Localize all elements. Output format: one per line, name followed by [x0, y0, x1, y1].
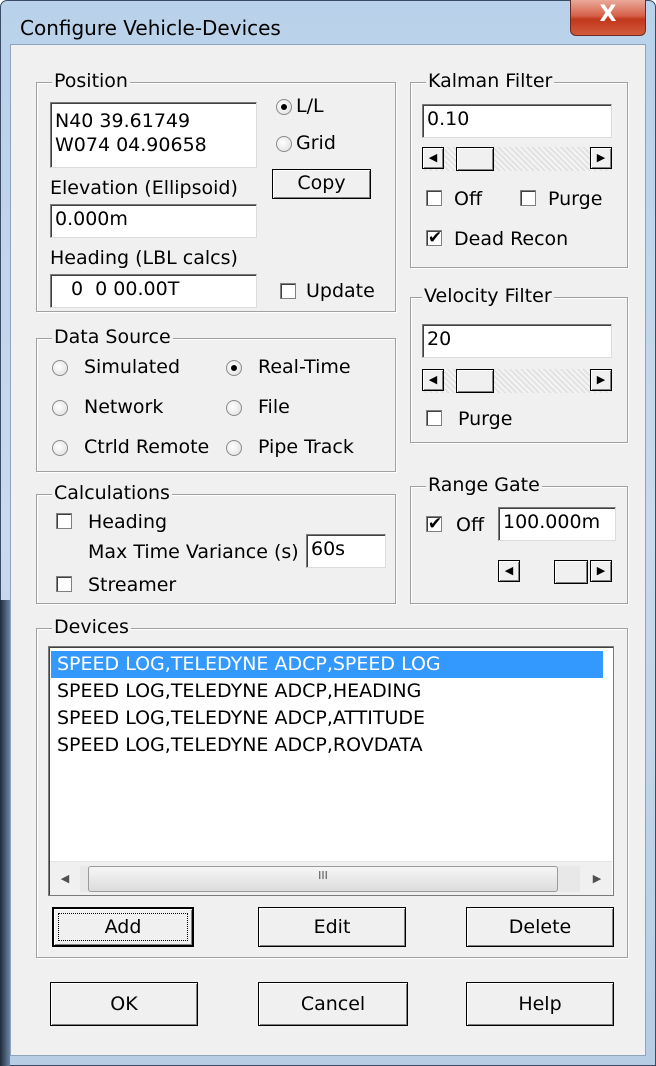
scrollbar-grip-icon: III: [318, 869, 328, 882]
position-coordinates-field[interactable]: N40 39.61749 W074 04.90658: [50, 102, 257, 168]
max-time-variance-label: Max Time Variance (s): [88, 541, 299, 563]
kalman-scroll-left-icon[interactable]: ◀: [422, 147, 444, 169]
range-gate-off-checkbox[interactable]: ✔: [426, 514, 443, 534]
dead-recon-label: Dead Recon: [454, 228, 569, 250]
close-icon: X: [599, 2, 617, 27]
velocity-filter-group-label: Velocity Filter: [422, 285, 554, 307]
checkmark-icon: ✔: [427, 228, 443, 248]
streamer-label: Streamer: [88, 574, 177, 596]
radio-network-label: Network: [84, 396, 164, 418]
close-button[interactable]: X: [570, 0, 646, 36]
radio-ll-label: L/L: [296, 95, 324, 117]
title-bar[interactable]: Configure Vehicle-Devices X: [0, 0, 656, 44]
kalman-slider-thumb[interactable]: [456, 147, 494, 171]
calc-heading-checkbox[interactable]: [56, 513, 72, 529]
latitude-text: N40 39.61749: [55, 110, 191, 132]
radio-pipe-track-label: Pipe Track: [258, 436, 354, 458]
cancel-button[interactable]: Cancel: [258, 982, 408, 1026]
kalman-off-checkbox[interactable]: [426, 190, 442, 206]
elevation-field[interactable]: 0.000m: [50, 204, 257, 238]
device-list-item[interactable]: SPEED LOG,TELEDYNE ADCP,SPEED LOG: [51, 651, 603, 678]
edit-button[interactable]: Edit: [258, 907, 406, 947]
focus-ring: [58, 913, 188, 941]
radio-file[interactable]: [226, 400, 242, 416]
copy-button[interactable]: Copy: [272, 169, 371, 199]
radio-simulated-label: Simulated: [84, 356, 181, 378]
position-group-label: Position: [52, 70, 130, 92]
range-gate-spinner[interactable]: ◀ ▶: [498, 560, 612, 584]
devices-group-label: Devices: [52, 616, 131, 638]
kalman-purge-label: Purge: [548, 188, 603, 210]
radio-ll[interactable]: [276, 99, 292, 115]
kalman-filter-slider[interactable]: ◀ ▶: [422, 147, 612, 171]
scroll-left-icon[interactable]: ◀: [56, 870, 74, 888]
radio-real-time[interactable]: [226, 360, 242, 376]
kalman-scroll-right-icon[interactable]: ▶: [590, 147, 612, 169]
add-button[interactable]: Add: [52, 907, 194, 947]
max-time-variance-field[interactable]: 60s: [306, 534, 386, 568]
checkmark-icon: ✔: [427, 514, 443, 534]
calculations-group-label: Calculations: [52, 482, 172, 504]
heading-lbl-label: Heading (LBL calcs): [50, 247, 238, 269]
window-title: Configure Vehicle-Devices: [20, 16, 281, 40]
radio-simulated[interactable]: [52, 360, 68, 376]
radio-real-time-label: Real-Time: [258, 356, 351, 378]
radio-grid[interactable]: [276, 136, 292, 152]
range-gate-right-icon[interactable]: ▶: [590, 560, 612, 582]
radio-network[interactable]: [52, 400, 68, 416]
range-gate-group-label: Range Gate: [426, 474, 542, 496]
scroll-right-icon[interactable]: ▶: [588, 870, 606, 888]
delete-button[interactable]: Delete: [466, 907, 614, 947]
range-gate-value-field[interactable]: 100.000m: [498, 507, 616, 541]
help-button[interactable]: Help: [466, 982, 614, 1026]
ok-button[interactable]: OK: [50, 982, 198, 1026]
radio-ctrld-remote[interactable]: [52, 440, 68, 456]
desktop-background-strip: [0, 600, 10, 1066]
velocity-purge-checkbox[interactable]: [426, 410, 442, 426]
devices-horizontal-scrollbar[interactable]: ◀ III ▶: [50, 861, 612, 895]
range-gate-off-label: Off: [456, 514, 485, 536]
kalman-purge-checkbox[interactable]: [520, 190, 536, 206]
range-gate-group: [410, 486, 628, 604]
device-list-item[interactable]: SPEED LOG,TELEDYNE ADCP,ROVDATA: [51, 732, 603, 759]
scrollbar-thumb[interactable]: III: [88, 866, 558, 892]
velocity-slider-thumb[interactable]: [456, 369, 494, 393]
range-gate-left-icon[interactable]: ◀: [498, 560, 520, 582]
velocity-scroll-right-icon[interactable]: ▶: [590, 369, 612, 391]
dead-recon-checkbox[interactable]: ✔: [426, 228, 443, 248]
radio-pipe-track[interactable]: [226, 440, 242, 456]
streamer-checkbox[interactable]: [56, 576, 72, 592]
range-gate-spinner-thumb[interactable]: [554, 560, 588, 584]
kalman-off-label: Off: [454, 188, 483, 210]
heading-lbl-field[interactable]: 0 0 00.00T: [50, 274, 257, 308]
elevation-label: Elevation (Ellipsoid): [50, 177, 238, 199]
kalman-filter-value-field[interactable]: 0.10: [422, 104, 612, 138]
update-checkbox-label: Update: [306, 280, 375, 302]
device-list-item[interactable]: SPEED LOG,TELEDYNE ADCP,HEADING: [51, 678, 603, 705]
kalman-filter-group-label: Kalman Filter: [426, 70, 555, 92]
radio-grid-label: Grid: [296, 132, 336, 154]
radio-ctrld-remote-label: Ctrld Remote: [84, 436, 210, 458]
update-checkbox[interactable]: [280, 283, 296, 299]
velocity-purge-label: Purge: [458, 408, 513, 430]
velocity-scroll-left-icon[interactable]: ◀: [422, 369, 444, 391]
devices-listbox[interactable]: SPEED LOG,TELEDYNE ADCP,SPEED LOG SPEED …: [48, 646, 614, 896]
longitude-text: W074 04.90658: [55, 134, 207, 156]
calc-heading-label: Heading: [88, 511, 168, 533]
device-list-item[interactable]: SPEED LOG,TELEDYNE ADCP,ATTITUDE: [51, 705, 603, 732]
data-source-group-label: Data Source: [52, 326, 173, 348]
velocity-filter-slider[interactable]: ◀ ▶: [422, 369, 612, 393]
velocity-filter-value-field[interactable]: 20: [422, 324, 612, 358]
radio-file-label: File: [258, 396, 290, 418]
